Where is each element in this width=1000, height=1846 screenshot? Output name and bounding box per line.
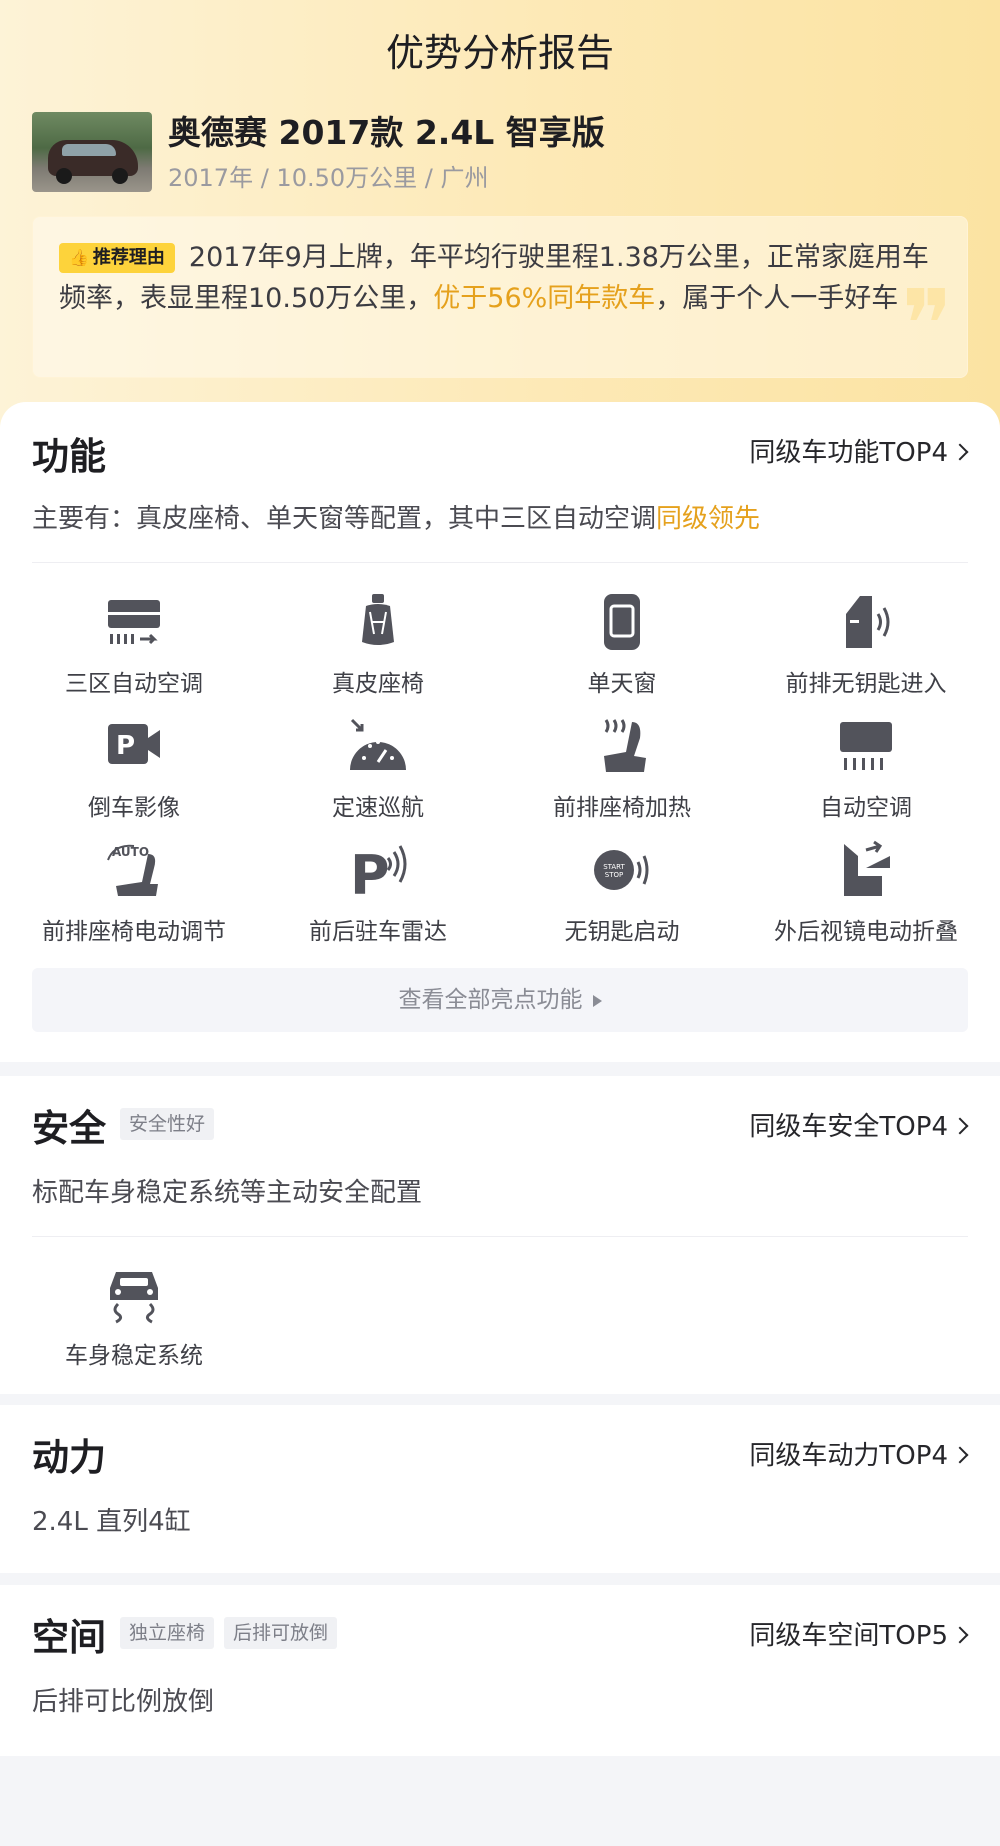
chevron-right-icon [951, 443, 969, 461]
power-summary: 2.4L 直列4缸 [32, 1507, 191, 1537]
view-all-label: 查看全部亮点功能 [398, 987, 583, 1013]
function-summary-highlight: 同级领先 [656, 504, 761, 534]
keyless-start-icon: START STOP [594, 850, 649, 890]
chevron-right-icon [951, 1117, 969, 1135]
space-tag: 后排可放倒 [224, 1617, 338, 1649]
parking-radar-icon: P [350, 844, 407, 900]
keyless-entry-icon [846, 596, 890, 648]
space-section: 空间 独立座椅 后排可放倒 同级车空间TOP5 后排可比例放倒 [0, 1585, 1000, 1756]
function-top-link-label: 同级车功能TOP4 [749, 438, 948, 468]
chevron-right-icon [951, 1446, 969, 1464]
section-title-power: 动力 [32, 1436, 106, 1479]
auto-ac-icon [840, 722, 892, 770]
feature-label: 定速巡航 [332, 795, 424, 821]
divider [32, 562, 968, 563]
section-title-function: 功能 [32, 435, 106, 478]
safety-section: 安全 安全性好 同级车安全TOP4 标配车身稳定系统等主动安全配置 车身稳定系统 [0, 1076, 1000, 1394]
power-top-link[interactable]: 同级车动力TOP4 [749, 1435, 969, 1472]
sunroof-icon [604, 594, 640, 650]
car-title: 奥德赛 2017款 2.4L 智享版 [168, 113, 605, 152]
seat-heating-icon [604, 719, 646, 772]
feature-item[interactable]: 前排座椅加热 [500, 716, 744, 822]
reverse-camera-icon: P [108, 724, 160, 764]
section-title-space: 空间 [32, 1616, 106, 1659]
car-wheel-front [56, 168, 72, 184]
car-window-shape [62, 144, 116, 156]
feature-item[interactable]: 三区自动空调 [12, 592, 256, 698]
power-section: 动力 同级车动力TOP4 2.4L 直列4缸 [0, 1405, 1000, 1573]
feature-item[interactable]: 单天窗 [500, 592, 744, 698]
feature-item[interactable]: START STOP 无钥匙启动 [500, 840, 744, 946]
auto-text: AUTO [112, 845, 149, 859]
feature-item[interactable]: 前排无钥匙进入 [744, 592, 988, 698]
feature-label: 车身稳定系统 [65, 1343, 203, 1369]
power-seat-icon: AUTO [107, 844, 158, 896]
divider [32, 1236, 968, 1237]
function-section: 功能 同级车功能TOP4 主要有：真皮座椅、单天窗等配置，其中三区自动空调同级领… [0, 402, 1000, 1062]
feature-label: 前排无钥匙进入 [785, 671, 947, 697]
recommendation-highlight: 优于56%同年款车 [433, 283, 656, 314]
safety-tag: 安全性好 [120, 1108, 215, 1140]
feature-label: 前排座椅加热 [553, 795, 691, 821]
feature-item[interactable]: AUTO 前排座椅电动调节 [12, 840, 256, 946]
function-summary: 主要有：真皮座椅、单天窗等配置，其中三区自动空调同级领先 [32, 498, 760, 535]
safety-top-link-label: 同级车安全TOP4 [749, 1112, 948, 1142]
recommendation-text-end: ，属于个人一手好车 [655, 283, 899, 314]
recommendation-tag: 👍 推荐理由 [59, 243, 175, 273]
safety-summary: 标配车身稳定系统等主动安全配置 [32, 1178, 423, 1208]
safety-top-link[interactable]: 同级车安全TOP4 [749, 1106, 969, 1143]
feature-label: 自动空调 [820, 795, 912, 821]
feature-item[interactable]: 自动空调 [744, 716, 988, 822]
feature-item[interactable]: P 倒车影像 [12, 716, 256, 822]
cruise-control-icon [350, 718, 406, 770]
chevron-right-icon [951, 1626, 969, 1644]
space-top-link-label: 同级车空间TOP5 [749, 1621, 948, 1651]
feature-item[interactable]: 真皮座椅 [256, 592, 500, 698]
section-title-safety: 安全 [32, 1107, 106, 1150]
feature-label: 真皮座椅 [332, 671, 424, 697]
feature-label: 倒车影像 [88, 795, 180, 821]
stop-text: STOP [605, 871, 623, 879]
mirror-fold-icon [844, 840, 890, 896]
power-top-link-label: 同级车动力TOP4 [749, 1441, 948, 1471]
feature-label: 前后驻车雷达 [309, 919, 447, 945]
space-tag: 独立座椅 [120, 1617, 215, 1649]
recommendation-box: 👍 推荐理由 2017年9月上牌，年平均行驶里程1.38万公里，正常家庭用车频率，表… [32, 216, 968, 378]
car-thumbnail[interactable] [32, 112, 152, 192]
car-meta: 2017年 / 10.50万公里 / 广州 [168, 164, 489, 192]
feature-item[interactable]: 车身稳定系统 [12, 1264, 256, 1370]
feature-label: 三区自动空调 [65, 671, 203, 697]
quote-icon: ❞ [901, 269, 953, 378]
leather-seat-icon [362, 594, 394, 645]
ac-three-zone-icon [108, 600, 160, 645]
report-header: 优势分析报告 奥德赛 2017款 2.4L 智享版 2017年 / 10.50万… [0, 0, 1000, 460]
feature-item[interactable]: 外后视镜电动折叠 [744, 840, 988, 946]
play-triangle-icon [592, 995, 602, 1007]
feature-label: 单天窗 [587, 671, 657, 697]
thumbs-up-icon: 👍 [69, 248, 89, 267]
svg-text:P: P [116, 731, 135, 761]
function-summary-text: 主要有：真皮座椅、单天窗等配置，其中三区自动空调 [32, 504, 657, 534]
stability-control-icon [110, 1272, 158, 1324]
recommendation-tag-label: 推荐理由 [92, 247, 165, 268]
space-top-link[interactable]: 同级车空间TOP5 [749, 1615, 969, 1652]
page-title: 优势分析报告 [385, 31, 614, 75]
function-top-link[interactable]: 同级车功能TOP4 [749, 432, 969, 469]
feature-label: 前排座椅电动调节 [42, 919, 226, 945]
space-summary: 后排可比例放倒 [32, 1687, 215, 1717]
feature-label: 外后视镜电动折叠 [774, 919, 958, 945]
view-all-features-button[interactable]: 查看全部亮点功能 [32, 968, 968, 1032]
car-wheel-rear [112, 168, 128, 184]
feature-item[interactable]: P 前后驻车雷达 [256, 840, 500, 946]
start-text: START [603, 863, 625, 871]
svg-text:P: P [350, 844, 390, 900]
feature-label: 无钥匙启动 [564, 919, 680, 945]
feature-item[interactable]: 定速巡航 [256, 716, 500, 822]
